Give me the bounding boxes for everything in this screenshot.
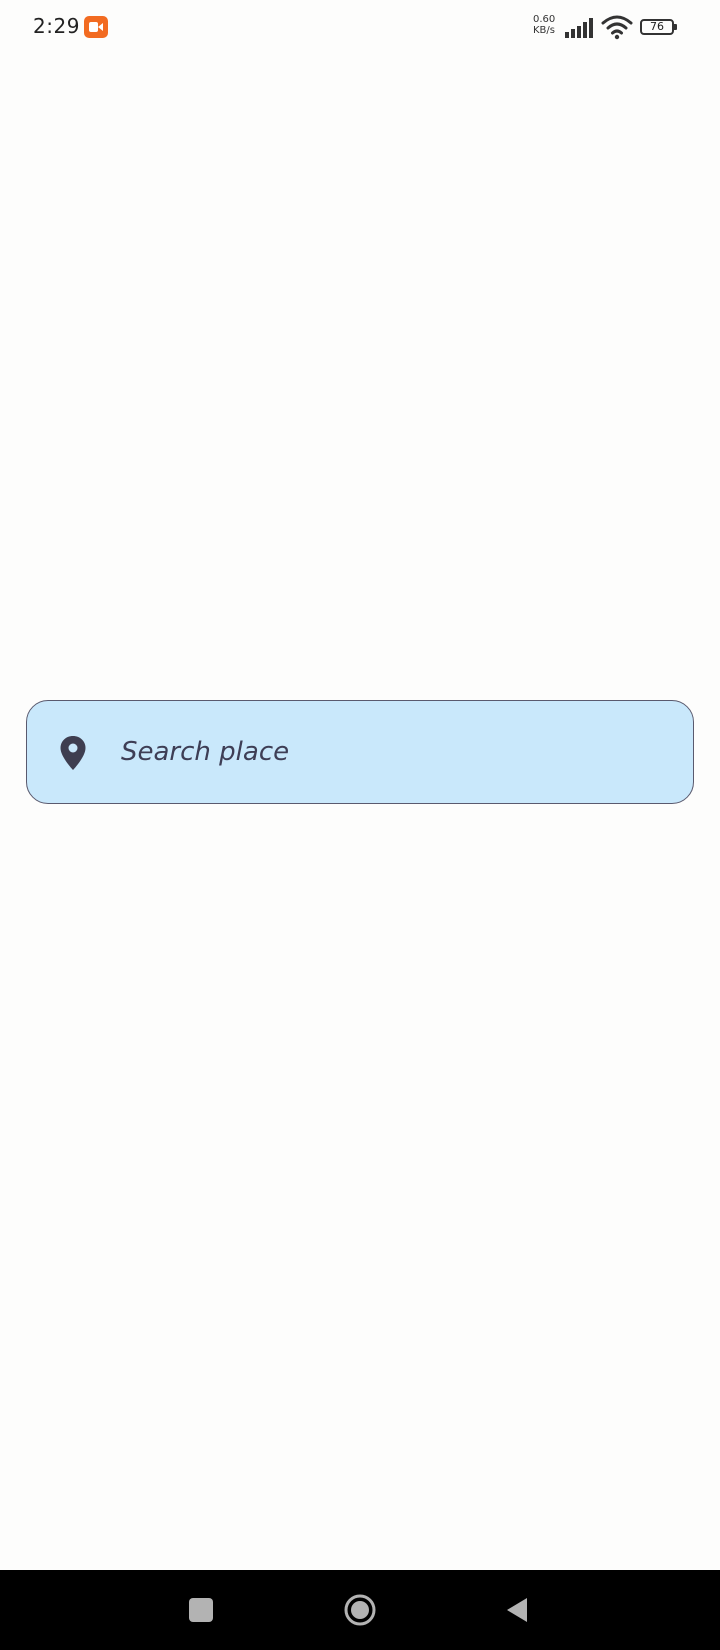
signal-icon: [565, 18, 593, 38]
back-icon[interactable]: [505, 1596, 529, 1624]
battery-level: 76: [650, 20, 664, 33]
screen-recorder-icon: [84, 16, 108, 38]
status-time: 2:29: [33, 14, 80, 38]
network-speed-value: 0.60: [533, 14, 556, 25]
network-speed-unit: KB/s: [533, 25, 555, 36]
search-place-field[interactable]: Search place: [26, 700, 694, 804]
search-place-label: Search place: [121, 737, 290, 767]
home-icon[interactable]: [344, 1594, 376, 1626]
network-speed: 0.60 KB/s: [533, 14, 563, 36]
battery-icon: 76: [640, 19, 677, 35]
location-pin-icon: [60, 736, 86, 770]
navigation-bar: [0, 1570, 720, 1650]
status-bar: 2:29 0.60 KB/s 76: [0, 0, 720, 56]
recents-icon[interactable]: [189, 1598, 213, 1622]
wifi-icon: [601, 15, 633, 40]
